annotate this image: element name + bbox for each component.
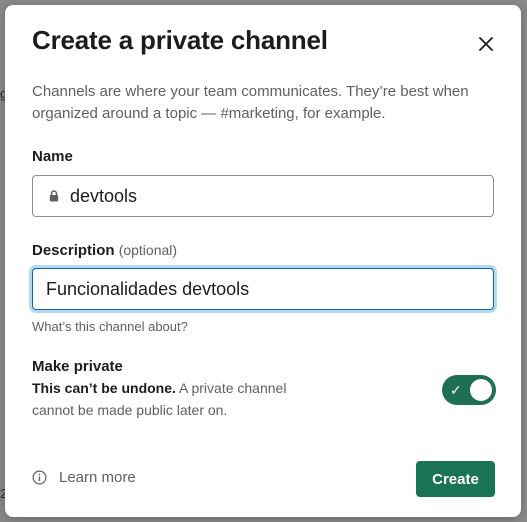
close-button[interactable] xyxy=(473,31,499,57)
description-optional-text: (optional) xyxy=(118,242,178,258)
make-private-description: This can’t be undone. A private channel … xyxy=(32,377,322,421)
modal-intro-text: Channels are where your team communicate… xyxy=(32,83,469,122)
name-input[interactable] xyxy=(70,185,493,207)
learn-more-text: Learn more xyxy=(59,469,136,486)
create-button[interactable]: Create xyxy=(416,461,495,497)
close-icon xyxy=(479,37,493,51)
description-input[interactable] xyxy=(46,278,493,300)
checkmark-icon: ✓ xyxy=(450,382,462,398)
description-label-text: Description xyxy=(32,242,115,259)
info-icon xyxy=(32,470,47,485)
modal-title: Create a private channel xyxy=(32,25,328,55)
make-private-label: Make private xyxy=(32,358,123,375)
make-private-toggle[interactable]: ✓ xyxy=(442,375,496,405)
toggle-knob xyxy=(470,379,492,401)
create-channel-modal: Create a private channel Channels are wh… xyxy=(5,5,521,517)
name-label: Name xyxy=(32,148,73,165)
description-field[interactable] xyxy=(32,268,494,310)
name-field[interactable] xyxy=(32,175,494,217)
learn-more-link[interactable]: Learn more xyxy=(32,469,136,486)
private-warning-bold: This can’t be undone. xyxy=(32,380,176,396)
description-label: Description (optional) xyxy=(32,242,177,259)
description-hint: What’s this channel about? xyxy=(32,319,188,334)
lock-icon xyxy=(49,190,59,202)
